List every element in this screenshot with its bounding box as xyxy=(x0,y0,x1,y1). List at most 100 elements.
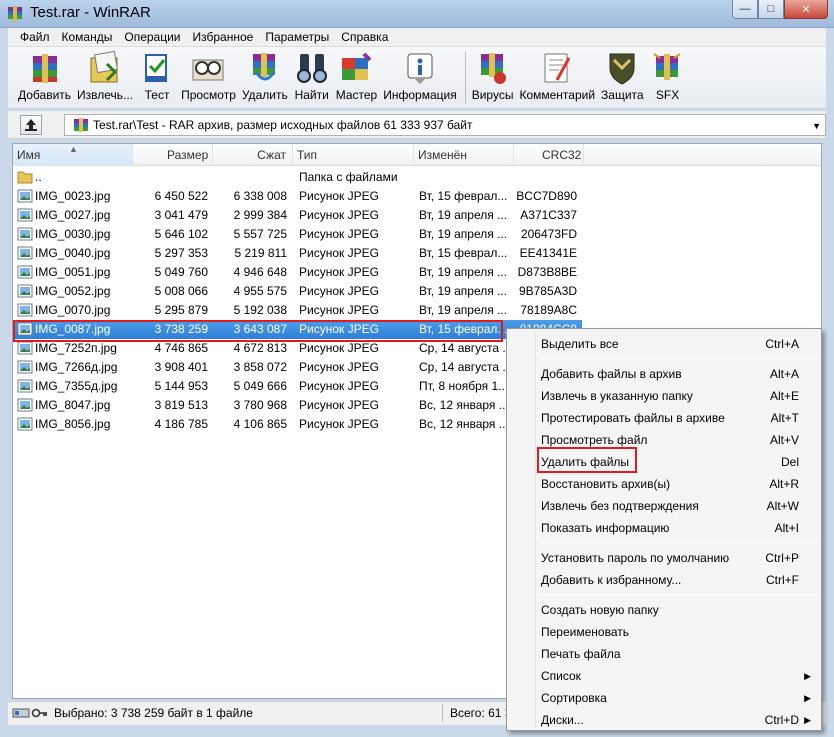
add-button[interactable]: Добавить xyxy=(18,47,71,108)
column-size[interactable]: Размер xyxy=(133,144,213,166)
file-modified: Вт, 19 апреля ... xyxy=(419,303,508,317)
table-row[interactable]: IMG_0052.jpg 5 008 066 4 955 575 Рисунок JP… xyxy=(13,282,821,301)
file-packed: 4 946 648 xyxy=(233,265,287,279)
image-file-icon xyxy=(17,189,33,203)
comment-button[interactable]: Комментарий xyxy=(519,47,595,108)
file-crc: EE41341E xyxy=(519,246,577,260)
menu-favorites[interactable]: Избранное xyxy=(187,30,260,44)
column-modified[interactable]: Изменён xyxy=(414,144,514,166)
file-type: Рисунок JPEG xyxy=(299,246,379,260)
close-icon: ✕ xyxy=(801,3,811,16)
file-crc: D873B8BE xyxy=(517,265,577,279)
table-row[interactable]: IMG_0023.jpg 6 450 522 6 338 008 Рисунок JP… xyxy=(13,187,821,206)
extract-button[interactable]: Извлечь... xyxy=(77,47,133,108)
menu-help[interactable]: Справка xyxy=(335,30,394,44)
chevron-down-icon[interactable]: ▼ xyxy=(812,121,821,131)
menu-operations[interactable]: Операции xyxy=(118,30,186,44)
menu-item-label: Сортировка xyxy=(541,691,607,705)
virus-scan-button[interactable]: Вирусы xyxy=(472,47,513,108)
table-row[interactable]: IMG_0051.jpg 5 049 760 4 946 648 Рисунок JP… xyxy=(13,263,821,282)
table-row[interactable]: IMG_0070.jpg 5 295 879 5 192 038 Рисунок JP… xyxy=(13,301,821,320)
file-name: IMG_0030.jpg xyxy=(35,227,111,241)
find-icon xyxy=(296,54,327,83)
file-modified: Вс, 12 января ... xyxy=(419,398,509,412)
minimize-button[interactable]: — xyxy=(732,0,758,19)
sfx-button[interactable]: SFX xyxy=(650,47,686,108)
test-button[interactable]: Тест xyxy=(139,47,175,108)
context-menu-item[interactable]: Установить пароль по умолчанию Ctrl+P xyxy=(509,547,819,569)
archive-path: Test.rar\Test - RAR архив, размер исходн… xyxy=(93,118,473,132)
maximize-icon: □ xyxy=(767,3,775,15)
context-menu-item[interactable]: Список ▶ xyxy=(509,665,819,687)
close-button[interactable]: ✕ xyxy=(784,0,828,19)
context-menu-item[interactable]: Добавить к избранному... Ctrl+F xyxy=(509,569,819,591)
context-menu-item[interactable]: Извлечь в указанную папку Alt+E xyxy=(509,385,819,407)
table-row[interactable]: IMG_0030.jpg 5 646 102 5 557 725 Рисунок JP… xyxy=(13,225,821,244)
file-packed: 3 858 072 xyxy=(233,360,287,374)
context-menu-item[interactable]: Переименовать xyxy=(509,621,819,643)
test-icon xyxy=(145,54,168,82)
context-menu-item[interactable]: Выделить все Ctrl+A xyxy=(509,333,819,355)
file-modified: Вт, 15 феврал... xyxy=(419,246,508,260)
context-menu-item[interactable]: Печать файла xyxy=(509,643,819,665)
menu-item-shortcut: Alt+E xyxy=(769,389,799,403)
file-type: Рисунок JPEG xyxy=(299,379,379,393)
delete-button[interactable]: Удалить xyxy=(242,47,288,108)
toolbar-separator xyxy=(464,51,466,104)
window-title: Test.rar - WinRAR xyxy=(30,4,151,21)
column-packed[interactable]: Сжат xyxy=(213,144,293,166)
file-type: Рисунок JPEG xyxy=(299,398,379,412)
parent-folder-row[interactable]: .. Папка с файлами xyxy=(13,168,821,187)
menu-item-label: Извлечь без подтверждения xyxy=(541,499,699,513)
menu-file[interactable]: Файл xyxy=(14,30,56,44)
column-type[interactable]: Тип xyxy=(293,144,414,166)
context-menu-item[interactable]: Протестировать файлы в архиве Alt+T xyxy=(509,407,819,429)
file-packed: 5 049 666 xyxy=(233,379,287,393)
file-size: 5 008 066 xyxy=(154,284,208,298)
file-packed: 5 557 725 xyxy=(233,227,287,241)
info-button[interactable]: Информация xyxy=(383,47,457,108)
menu-options[interactable]: Параметры xyxy=(259,30,335,44)
menu-item-label: Выделить все xyxy=(541,337,619,351)
file-name: IMG_0040.jpg xyxy=(35,246,111,260)
sort-ascending-icon: ▲ xyxy=(69,144,78,154)
context-menu-item[interactable]: Сортировка ▶ xyxy=(509,687,819,709)
context-menu-item[interactable]: Показать информацию Alt+I xyxy=(509,517,819,539)
context-menu-item[interactable]: Добавить файлы в архив Alt+A xyxy=(509,363,819,385)
menu-separator xyxy=(537,358,817,359)
menu-item-shortcut: Del xyxy=(780,455,799,469)
file-packed xyxy=(213,168,287,187)
find-button[interactable]: Найти xyxy=(294,47,330,108)
menu-separator xyxy=(537,594,817,595)
context-menu-item[interactable]: Диски... Ctrl+D ▶ xyxy=(509,709,819,731)
path-dropdown[interactable]: Test.rar\Test - RAR архив, размер исходн… xyxy=(64,114,826,136)
table-row[interactable]: IMG_0027.jpg 3 041 479 2 999 384 Рисунок JP… xyxy=(13,206,821,225)
context-menu-item[interactable]: Создать новую папку xyxy=(509,599,819,621)
rar-archive-icon xyxy=(74,118,88,132)
file-size: 5 049 760 xyxy=(154,265,208,279)
up-folder-button[interactable] xyxy=(20,115,42,135)
table-row[interactable]: IMG_0040.jpg 5 297 353 5 219 811 Рисунок JP… xyxy=(13,244,821,263)
file-type: Рисунок JPEG xyxy=(299,265,379,279)
column-name[interactable]: ▲ Имя xyxy=(13,144,133,166)
wizard-button[interactable]: Мастер xyxy=(336,47,377,108)
context-menu: Выделить все Ctrl+A Добавить файлы в архив… xyxy=(506,328,822,731)
context-menu-item[interactable]: Восстановить архив(ы) Alt+R xyxy=(509,473,819,495)
image-file-icon xyxy=(17,379,33,393)
menu-item-shortcut: Alt+R xyxy=(769,477,799,491)
file-type: Рисунок JPEG xyxy=(299,417,379,431)
protect-button[interactable]: Защита xyxy=(601,47,644,108)
menu-item-label: Установить пароль по умолчанию xyxy=(541,551,730,565)
column-crc[interactable]: CRC32 xyxy=(514,144,584,166)
menu-commands[interactable]: Команды xyxy=(56,30,119,44)
file-size: 6 450 522 xyxy=(154,189,208,203)
view-button[interactable]: Просмотр xyxy=(181,47,236,108)
file-type: Рисунок JPEG xyxy=(299,227,379,241)
file-size: 5 295 879 xyxy=(154,303,208,317)
file-modified: Вс, 12 января ... xyxy=(419,417,509,431)
maximize-button[interactable]: □ xyxy=(758,0,784,19)
file-size: 3 819 513 xyxy=(154,398,208,412)
context-menu-item[interactable]: Извлечь без подтверждения Alt+W xyxy=(509,495,819,517)
menu-separator xyxy=(537,542,817,543)
up-arrow-icon xyxy=(25,119,37,131)
